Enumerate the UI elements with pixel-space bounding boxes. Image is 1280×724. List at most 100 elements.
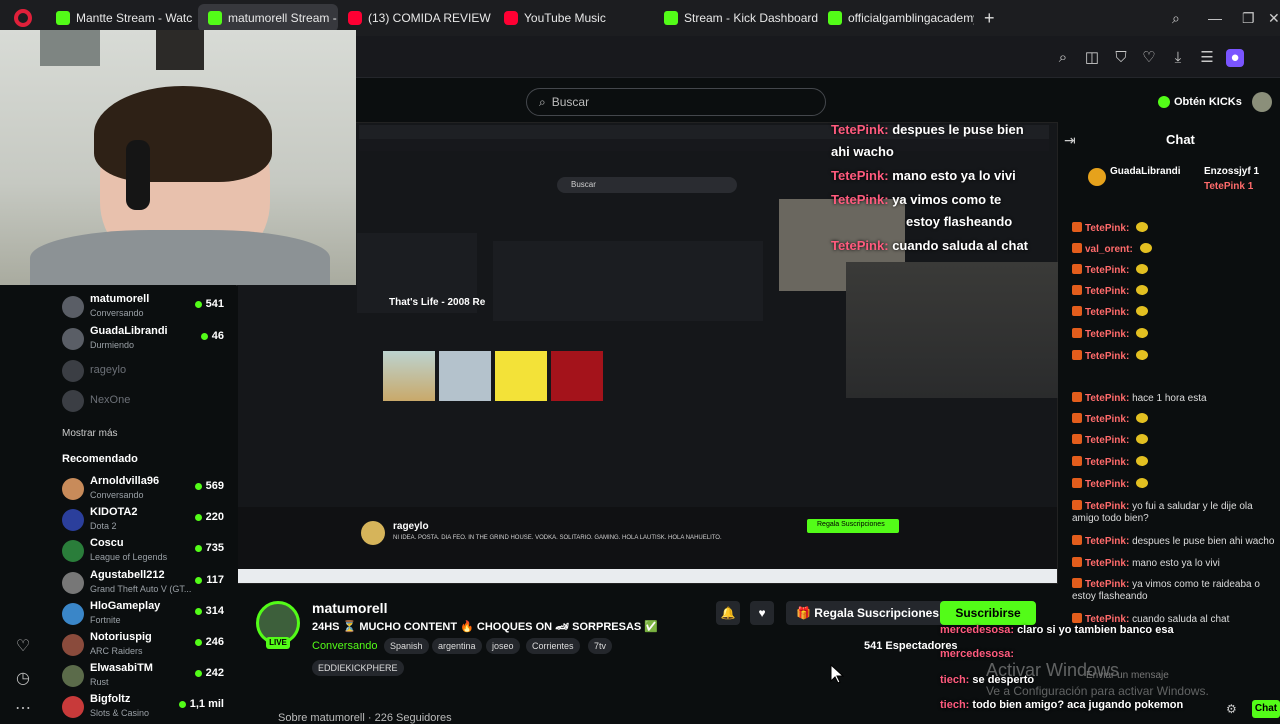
camera-icon[interactable]: ◫ [1083,49,1101,67]
chat-message: TetePink: [1072,413,1276,426]
heart-icon[interactable]: ♡ [1140,49,1158,67]
top-user[interactable]: TetePink 1 [1204,181,1253,192]
tab-youtube-music[interactable]: YouTube Music [494,4,654,32]
minimize-button[interactable]: — [1208,0,1222,36]
chat-message: TetePink: [1072,285,1276,298]
sidebar-item-name: HloGameplay [90,600,161,612]
overlay-message: ahi wacho [831,144,894,159]
tag-corrientes[interactable]: Corrientes [526,638,580,654]
search-tabs-icon[interactable]: ⌕ [1172,0,1180,36]
clock-icon[interactable]: ◷ [12,668,34,690]
tab-mantte[interactable]: Mantte Stream - Watc [46,4,198,32]
viewer-count: 735 [194,542,224,554]
top-user[interactable]: Enzossjyf 1 [1204,166,1259,177]
search-icon[interactable]: ⌕ [1054,49,1072,67]
chat-send-button[interactable]: Chat [1252,700,1280,718]
chat-username[interactable]: TetePink: [1085,351,1129,362]
inner-result-card: That's Life - 2008 Re [357,233,485,313]
chat-username[interactable]: TetePink: [1085,223,1129,234]
sub-badge-icon [1072,413,1082,423]
tag-joseo[interactable]: joseo [486,638,520,654]
webcam-wall-poster [156,30,204,70]
chat-message: TetePink: [1072,222,1276,235]
close-button[interactable]: ✕ [1268,0,1280,36]
notification-bell-button[interactable]: 🔔 [716,601,740,625]
chat-input[interactable]: Enviar un mensaje [1086,670,1169,681]
new-tab-button[interactable]: + [984,8,995,29]
download-icon[interactable]: ⤓ [1169,49,1187,67]
chat-message: TetePink: mano esto ya lo vivi [1072,557,1276,570]
stream-category[interactable]: Conversando [312,640,377,652]
sidebar-item-matumorell[interactable]: matumorell Conversando 541 [62,292,232,322]
sub-badge-icon [1072,222,1082,232]
chat-username[interactable]: TetePink: [1085,414,1129,425]
emote-icon [1139,243,1152,253]
chat-username[interactable]: TetePink: [1085,558,1129,569]
sidebar-item-rageylo[interactable]: rageylo [62,356,232,386]
chat-username[interactable]: TetePink: [1085,536,1129,547]
emote-icon [1136,222,1149,232]
chat-username[interactable]: TetePink: [1085,393,1129,404]
tag-argentina[interactable]: argentina [432,638,482,654]
user-avatar[interactable] [1252,92,1272,112]
opera-logo-icon[interactable] [14,9,32,27]
sub-badge-icon [1072,285,1082,295]
sidebar-item-arnoldvilla96[interactable]: Arnoldvilla96 Conversando 569 [62,474,232,504]
settings-icon[interactable]: ⚙ [1226,702,1237,716]
avatar [62,328,84,350]
tab-comida-review[interactable]: (13) COMIDA REVIEW | M [338,4,494,32]
sidebar-item-notoriuspig[interactable]: Notoriuspig ARC Raiders 246 [62,630,232,660]
follow-heart-button[interactable]: ♥ [750,601,774,625]
chat-username[interactable]: TetePink: [1085,479,1129,490]
profile-icon[interactable]: ● [1226,49,1244,67]
sidebar-item-nexone[interactable]: NexOne [62,386,232,416]
tab-gambling-academy[interactable]: officialgamblingacademy [818,4,974,32]
chat-username[interactable]: TetePink: [1085,435,1129,446]
shield-icon[interactable]: ⛉ [1112,49,1130,67]
avatar [62,360,84,382]
chat-username[interactable]: TetePink: [1085,579,1129,590]
tab-label: matumorell Stream - V [228,11,338,25]
heart-icon[interactable]: ♡ [12,636,34,658]
subscribe-button[interactable]: Suscribirse [940,601,1036,625]
chat-username[interactable]: TetePink: [1085,265,1129,276]
guest-facecam [846,262,1058,398]
album-cover [495,351,547,401]
collapse-chat-icon[interactable]: ⇥ [1064,132,1076,149]
show-more-link[interactable]: Mostrar más [62,428,118,439]
sidebar-item-category: Rust [90,677,109,687]
chat-username[interactable]: TetePink: [1085,457,1129,468]
streamer-name[interactable]: matumorell [312,600,387,616]
gift-subs-button[interactable]: 🎁 Regala Suscripciones [786,601,949,625]
chat-username[interactable]: val_orent: [1085,244,1133,255]
viewer-count: 246 [194,636,224,648]
tab-matumorell[interactable]: matumorell Stream - V [198,4,338,32]
search-input[interactable]: ⌕ Buscar [526,88,826,116]
gift-icon: 🎁 [796,606,815,620]
overlay-message: TetePink: ya vimos como te [831,192,1002,207]
sidebar-item-kidota2[interactable]: KIDOTA2 Dota 2 220 [62,505,232,535]
tag-eddiekickphere[interactable]: EDDIEKICKPHERE [312,660,404,676]
tag-spanish[interactable]: Spanish [384,638,429,654]
get-kicks-button[interactable]: Obtén KICKs [1158,92,1242,112]
top-user[interactable]: GuadaLibrandi [1110,166,1181,177]
tag-7tv[interactable]: 7tv [588,638,613,654]
chat-username[interactable]: TetePink: [1085,307,1129,318]
chat-username[interactable]: TetePink: [1085,501,1129,512]
sidebar-item-guadalibrandi[interactable]: GuadaLibrandi Durmiendo 46 [62,324,232,354]
tab-kick-dashboard[interactable]: Stream - Kick Dashboard [654,4,818,32]
chat-username[interactable]: TetePink: [1085,286,1129,297]
emote-icon [1136,328,1149,338]
sidebar-item-coscu[interactable]: Coscu League of Legends 735 [62,536,232,566]
sidebar-item-elwasabitm[interactable]: ElwasabiTM Rust 242 [62,661,232,691]
get-kicks-label: Obtén KICKs [1174,96,1242,108]
maximize-button[interactable]: ❐ [1242,0,1255,36]
chat-username[interactable]: TetePink: [1085,329,1129,340]
viewer-count: 117 [195,574,224,586]
more-icon[interactable]: ⋯ [12,698,34,720]
emote-icon [1136,456,1149,466]
menu-icon[interactable]: ☰ [1198,49,1216,67]
sidebar-item-bigfoltz[interactable]: Bigfoltz Slots & Casino 1,1 mil [62,692,232,722]
sidebar-item-agustabell212[interactable]: Agustabell212 Grand Theft Auto V (GT... … [62,568,232,598]
sidebar-item-hlogameplay[interactable]: HloGameplay Fortnite 314 [62,599,232,629]
